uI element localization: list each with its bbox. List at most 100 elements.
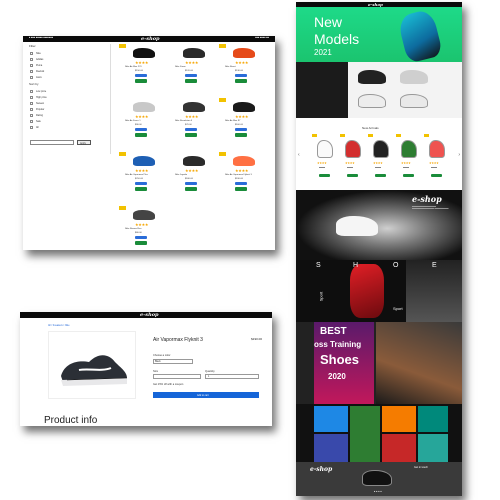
product-name[interactable]: Nike Joyride xyxy=(175,174,187,176)
social-icons[interactable]: ● ● ● ● xyxy=(374,490,382,493)
product-card[interactable]: ★★★★ Nike Air Max 270 $150.00 xyxy=(119,44,165,94)
filter-checkbox[interactable] xyxy=(30,126,33,129)
product-image[interactable] xyxy=(133,156,155,166)
filter-checkbox[interactable] xyxy=(30,102,33,105)
add-to-cart-button[interactable] xyxy=(235,79,247,83)
product-name[interactable]: Nike React xyxy=(225,66,236,68)
add-to-cart-button[interactable] xyxy=(135,133,147,137)
arrival-shoe-image[interactable] xyxy=(401,140,417,158)
product-price: $90.00 xyxy=(135,124,142,126)
details-button[interactable] xyxy=(135,128,147,131)
product-card[interactable]: ★★★★ Nike Revolution 5 $70.00 xyxy=(169,98,215,148)
letter-e: E xyxy=(432,262,437,269)
price-inputs[interactable] xyxy=(30,140,74,145)
add-to-cart-button[interactable] xyxy=(185,79,197,83)
size-select[interactable] xyxy=(153,374,201,379)
product-card[interactable]: ★★★★ Nike Air Vapormax Flyknit 3 $190.00 xyxy=(219,152,265,202)
product-image[interactable] xyxy=(133,48,155,58)
nav-links[interactable]: ■ ■■■ ■■■■■ ■■■■■■■ xyxy=(29,37,53,39)
filter-checkbox[interactable] xyxy=(30,52,33,55)
filter-checkbox[interactable] xyxy=(30,114,33,117)
add-to-cart-button[interactable] xyxy=(347,174,358,177)
product-name[interactable]: Nike Revolution 5 xyxy=(175,120,192,122)
product-name[interactable]: Nike Air Max 270 xyxy=(125,66,142,68)
add-to-cart-button[interactable] xyxy=(375,174,386,177)
product-name[interactable]: Nike Air Force 1 xyxy=(125,120,141,122)
product-image[interactable] xyxy=(133,102,155,112)
arrival-shoe-image[interactable] xyxy=(373,140,389,158)
arrival-shoe-image[interactable] xyxy=(345,140,361,158)
product-card[interactable]: ★★★★ Nike Air Vapormax Plus $210.00 xyxy=(119,152,165,202)
carousel-next-icon[interactable]: › xyxy=(458,152,460,158)
sale-badge xyxy=(312,134,317,137)
add-to-cart-button[interactable] xyxy=(185,133,197,137)
details-button[interactable] xyxy=(185,182,197,185)
filter-label: All xyxy=(36,126,39,129)
arrival-shoe-image[interactable] xyxy=(317,140,333,158)
add-to-cart-button[interactable] xyxy=(403,174,414,177)
product-image[interactable] xyxy=(233,48,255,58)
add-to-cart-button[interactable] xyxy=(135,241,147,245)
add-to-cart-button[interactable] xyxy=(319,174,330,177)
arrival-card[interactable]: ★★★★ ▬▬▬ xyxy=(312,134,338,190)
details-button[interactable] xyxy=(235,182,247,185)
apply-button[interactable]: Apply xyxy=(77,140,91,145)
add-to-cart-button[interactable] xyxy=(235,133,247,137)
arrival-card[interactable]: ★★★★ ▬▬▬ xyxy=(424,134,450,190)
add-to-cart-button[interactable]: Add to cart xyxy=(153,392,259,398)
add-to-cart-button[interactable] xyxy=(135,79,147,83)
add-to-cart-button[interactable] xyxy=(135,187,147,191)
arrival-card[interactable]: ★★★★ ▬▬▬ xyxy=(340,134,366,190)
add-to-cart-button[interactable] xyxy=(185,187,197,191)
filter-checkbox[interactable] xyxy=(30,76,33,79)
product-name[interactable]: Nike Air Vapormax Flyknit 3 xyxy=(225,174,252,176)
account-links[interactable]: ■■■ ■■■■ ■■ xyxy=(255,37,269,39)
filter-checkbox[interactable] xyxy=(30,96,33,99)
details-button[interactable] xyxy=(135,236,147,239)
poster-year: 2020 xyxy=(328,372,346,381)
product-name[interactable]: Nike Renew Run xyxy=(125,228,141,230)
filter-checkbox[interactable] xyxy=(30,108,33,111)
brand-banner: e-shop ▬▬▬▬▬▬▬▬▬▬▬▬ ▬▬▬▬▬▬▬▬▬▬▬ ▬▬▬▬▬▬▬ xyxy=(296,190,462,260)
product-name[interactable]: Nike Zoom xyxy=(175,66,186,68)
product-image[interactable] xyxy=(233,156,255,166)
product-card[interactable]: ★★★★ Nike Renew Run $80.00 xyxy=(119,206,165,256)
arrival-card[interactable]: ★★★★ ▬▬▬ xyxy=(396,134,422,190)
product-card[interactable]: ★★★★ Nike React $130.00 xyxy=(219,44,265,94)
color-select[interactable]: Black xyxy=(153,359,193,364)
product-card[interactable]: ★★★★ Nike Air Max 97 $160.00 xyxy=(219,98,265,148)
filter-checkbox[interactable] xyxy=(30,120,33,123)
rating-stars: ★★★★ xyxy=(345,161,355,165)
quantity-stepper[interactable]: 1 xyxy=(205,374,259,379)
hero-section: e-shop New Models 2021 xyxy=(296,2,462,62)
arrival-shoe-image[interactable] xyxy=(429,140,445,158)
product-name[interactable]: Nike Air Max 97 xyxy=(225,120,240,122)
details-button[interactable] xyxy=(235,128,247,131)
add-to-cart-button[interactable] xyxy=(431,174,442,177)
arrival-card[interactable]: ★★★★ ▬▬▬ xyxy=(368,134,394,190)
product-card[interactable]: ★★★★ Nike Air Force 1 $90.00 xyxy=(119,98,165,148)
product-card[interactable]: ★★★★ Nike Zoom $120.00 xyxy=(169,44,215,94)
filter-checkbox[interactable] xyxy=(30,64,33,67)
filter-label: Adidas xyxy=(36,58,44,61)
product-name[interactable]: Nike Air Vapormax Plus xyxy=(125,174,148,176)
details-button[interactable] xyxy=(135,74,147,77)
details-button[interactable] xyxy=(185,128,197,131)
product-image[interactable] xyxy=(233,102,255,112)
product-image[interactable] xyxy=(183,48,205,58)
filter-checkbox[interactable] xyxy=(30,58,33,61)
add-to-cart-button[interactable] xyxy=(235,187,247,191)
product-card[interactable]: ★★★★ Nike Joyride $180.00 xyxy=(169,152,215,202)
brand-logo[interactable]: e-shop xyxy=(368,2,383,7)
filter-checkbox[interactable] xyxy=(30,70,33,73)
product-image[interactable] xyxy=(133,210,155,220)
product-image[interactable] xyxy=(183,102,205,112)
carousel-prev-icon[interactable]: ‹ xyxy=(298,152,300,158)
details-button[interactable] xyxy=(185,74,197,77)
filter-checkbox[interactable] xyxy=(30,90,33,93)
product-image[interactable] xyxy=(183,156,205,166)
details-button[interactable] xyxy=(235,74,247,77)
breadcrumb[interactable]: All / Sneakers / Nike xyxy=(48,324,70,327)
details-button[interactable] xyxy=(135,182,147,185)
brand-logo[interactable]: e-shop xyxy=(140,312,159,318)
